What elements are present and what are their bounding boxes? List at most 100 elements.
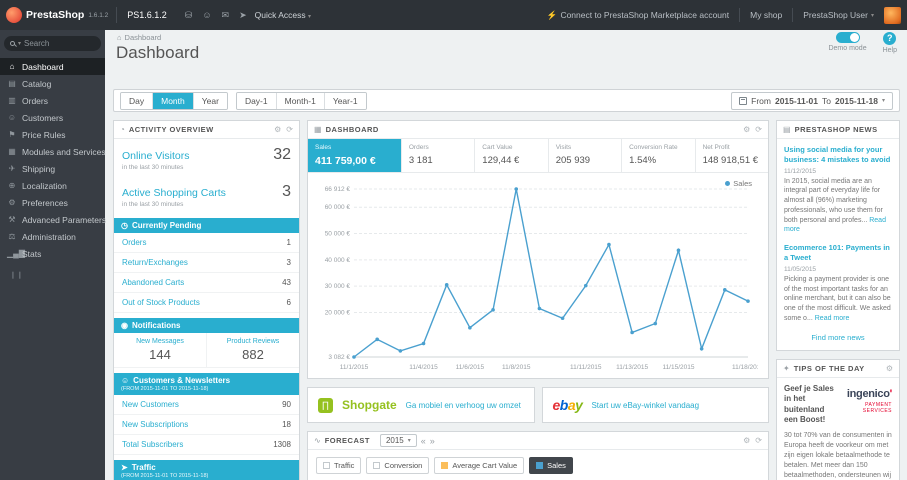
sidebar-item-shipping[interactable]: ✈ Shipping (0, 160, 105, 177)
forecast-year-select[interactable]: 2015 ▾ (379, 434, 417, 447)
kpi-orders[interactable]: Orders 3 181 (402, 139, 476, 172)
help-icon[interactable]: ? (883, 32, 897, 45)
ingenico-logo[interactable]: ingenico' payment services (839, 384, 893, 426)
localization-icon: ⊕ (8, 181, 16, 190)
my-shop-link[interactable]: My shop (750, 10, 782, 20)
refresh-icon[interactable]: ⟳ (286, 125, 293, 134)
brand[interactable]: PrestaShop 1.6.1.2 (0, 7, 116, 23)
grid-icon: ▦ (314, 125, 322, 134)
demo-mode-toggle[interactable] (835, 32, 860, 43)
row-value: 1 (286, 238, 291, 247)
row-label[interactable]: Orders (122, 238, 146, 247)
row-label[interactable]: New Subscriptions (122, 420, 188, 429)
read-more-link[interactable]: Read more (815, 315, 850, 322)
filter-day-button[interactable]: Day (121, 92, 154, 109)
refresh-icon[interactable]: ⟳ (755, 125, 762, 134)
filter-year-1-button[interactable]: Year-1 (324, 92, 366, 109)
kpi-value: 411 759,00 € (315, 155, 376, 167)
customers-icon[interactable]: ☺ (202, 10, 211, 21)
sidebar: ▾ ⌂ Dashboard ▤ Catalog ▥ Orders ☺ Custo… (0, 30, 106, 480)
tips-icon: ✦ (783, 363, 790, 373)
kpi-net-profit[interactable]: Net Profit 148 918,51 € (696, 139, 768, 172)
pending-returns-row[interactable]: Return/Exchanges 3 (114, 253, 299, 273)
filter-month-button[interactable]: Month (153, 92, 194, 109)
user-menu[interactable]: PrestaShop User ▾ (803, 10, 874, 20)
previous-year-button[interactable]: « (421, 436, 426, 446)
sidebar-item-administration[interactable]: ⚖ Administration (0, 228, 105, 245)
sidebar-item-stats[interactable]: ▁▄▇ Stats (0, 245, 105, 262)
row-label[interactable]: Out of Stock Products (122, 298, 200, 307)
forecast-toggle-traffic[interactable]: Traffic (316, 457, 362, 474)
kpi-visits[interactable]: Visits 205 939 (549, 139, 623, 172)
prestashop-logo-icon (6, 7, 22, 23)
forecast-toggle-average-cart-value[interactable]: Average Cart Value (434, 457, 525, 474)
avatar[interactable] (884, 6, 901, 24)
new-customers-row[interactable]: New Customers 90 (114, 395, 299, 415)
row-label[interactable]: Abandoned Carts (122, 278, 184, 287)
sidebar-item-advanced-parameters[interactable]: ⚒ Advanced Parameters (0, 211, 106, 228)
next-year-button[interactable]: » (430, 436, 435, 446)
row-label[interactable]: Return/Exchanges (122, 258, 188, 267)
row-label[interactable]: New Customers (122, 400, 179, 409)
cart-icon[interactable]: ⛁ (185, 10, 193, 21)
search-input[interactable] (24, 39, 85, 48)
find-more-news-link[interactable]: Find more news (777, 326, 899, 350)
active-carts-link[interactable]: Active Shopping Carts (122, 187, 226, 199)
svg-text:11/13/2015: 11/13/2015 (616, 364, 648, 371)
forecast-toggle-conversion[interactable]: Conversion (366, 457, 430, 474)
sidebar-search[interactable]: ▾ (4, 36, 101, 51)
filter-month-1-button[interactable]: Month-1 (276, 92, 325, 109)
quick-access-menu[interactable]: Quick Access ▾ (255, 10, 311, 20)
user-menu-label: PrestaShop User (803, 10, 868, 20)
sidebar-item-preferences[interactable]: ⚙ Preferences (0, 194, 105, 211)
gear-icon[interactable]: ⚙ (743, 125, 750, 134)
sidebar-item-catalog[interactable]: ▤ Catalog (0, 75, 105, 92)
news-title-link[interactable]: Ecommerce 101: Payments in a Tweet (784, 243, 892, 263)
new-subscriptions-row[interactable]: New Subscriptions 18 (114, 415, 299, 435)
product-reviews-cell[interactable]: Product Reviews 882 (206, 333, 299, 367)
panel-tools: ⚙ ⟳ (743, 125, 762, 134)
row-label[interactable]: Total Subscribers (122, 440, 183, 449)
news-date: 11/12/2015 (784, 167, 817, 175)
gear-icon[interactable]: ⚙ (743, 436, 750, 445)
demo-mode-control[interactable]: Demo mode (828, 32, 867, 54)
sidebar-item-orders[interactable]: ▥ Orders (0, 92, 105, 109)
kpi-cart-value[interactable]: Cart Value 129,44 € (475, 139, 549, 172)
ebay-link[interactable]: Start uw eBay-winkel vandaag (591, 401, 699, 410)
news-title-link[interactable]: Using social media for your business: 4 … (784, 145, 892, 165)
news-icon: ▤ (783, 125, 791, 134)
date-range-picker[interactable]: From 2015-11-01 To 2015-11-18 ▾ (731, 91, 893, 110)
abandoned-carts-row[interactable]: Abandoned Carts 43 (114, 273, 299, 293)
sidebar-item-customers[interactable]: ☺ Customers (0, 109, 105, 126)
online-visitors-link[interactable]: Online Visitors (122, 150, 190, 162)
refresh-icon[interactable]: ⟳ (755, 436, 762, 445)
shop-name[interactable]: PS1.6.1.2 (116, 7, 177, 23)
kpi-conversion-rate[interactable]: Conversion Rate 1.54% (622, 139, 696, 172)
pending-orders-row[interactable]: Orders 1 (114, 233, 299, 253)
sidebar-item-price-rules[interactable]: ⚑ Price Rules (0, 126, 105, 143)
sidebar-item-modules[interactable]: ▦ Modules and Services (0, 143, 105, 160)
messages-icon[interactable]: ✉ (222, 10, 230, 21)
out-of-stock-row[interactable]: Out of Stock Products 6 (114, 293, 299, 313)
panel-header: ▤ PRESTASHOP NEWS (777, 121, 899, 139)
shopgate-link[interactable]: Ga mobiel en verhoog uw omzet (406, 401, 521, 410)
sidebar-item-dashboard[interactable]: ⌂ Dashboard (0, 58, 105, 75)
forecast-toggle-sales[interactable]: Sales (529, 457, 573, 474)
sidebar-collapse-toggle[interactable]: ❙❙ (10, 271, 105, 279)
sidebar-item-localization[interactable]: ⊕ Localization (0, 177, 105, 194)
help-control[interactable]: ? Help (883, 32, 897, 54)
marketplace-link[interactable]: ⚡ Connect to PrestaShop Marketplace acco… (547, 10, 729, 21)
total-subscribers-row[interactable]: Total Subscribers 1308 (114, 435, 299, 455)
gear-icon[interactable]: ⚙ (274, 125, 281, 134)
sidebar-item-label: Dashboard (22, 61, 64, 72)
kpi-sales[interactable]: Sales 411 759,00 € (308, 139, 402, 172)
rocket-icon[interactable]: ➤ (239, 10, 247, 21)
filter-year-button[interactable]: Year (193, 92, 227, 109)
news-item: Using social media for your business: 4 … (777, 139, 899, 237)
gear-icon[interactable]: ⚙ (886, 364, 893, 373)
new-messages-cell[interactable]: New Messages 144 (114, 333, 206, 367)
caret-down-icon: ▾ (870, 12, 874, 19)
filter-day-1-button[interactable]: Day-1 (236, 92, 277, 109)
brand-name: PrestaShop (26, 9, 85, 21)
panel-header: ◔ ACTIVITY OVERVIEW ⚙ ⟳ (114, 121, 299, 139)
